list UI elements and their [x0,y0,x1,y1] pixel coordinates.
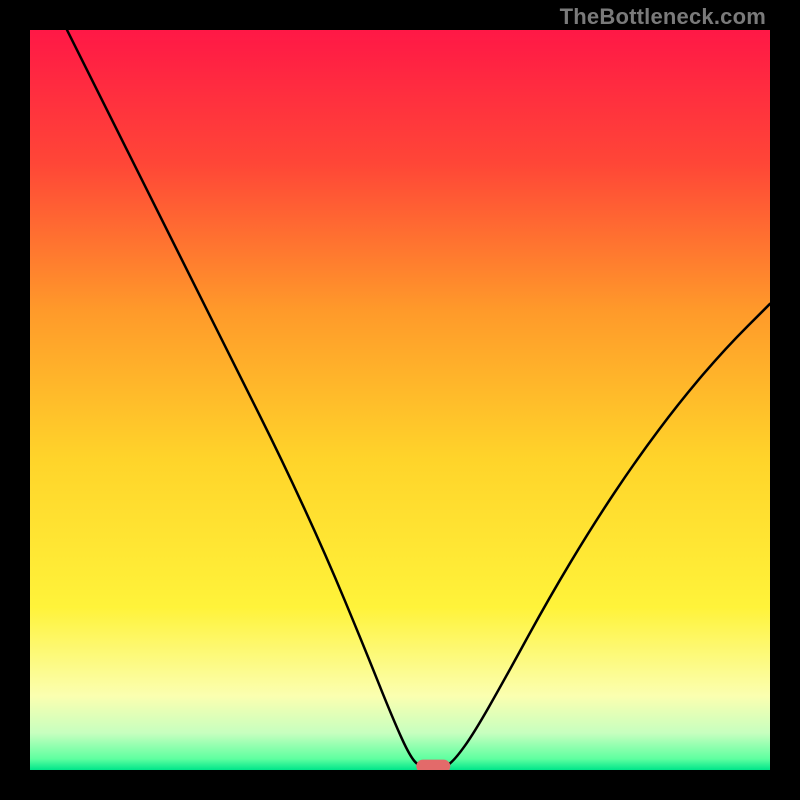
gradient-background [30,30,770,770]
x-axis [30,770,770,772]
y-axis [28,30,30,770]
optimal-point [416,760,450,770]
outer-frame: TheBottleneck.com [0,0,800,800]
watermark-text: TheBottleneck.com [560,4,766,30]
plot-area [30,30,770,770]
chart-svg [30,30,770,770]
